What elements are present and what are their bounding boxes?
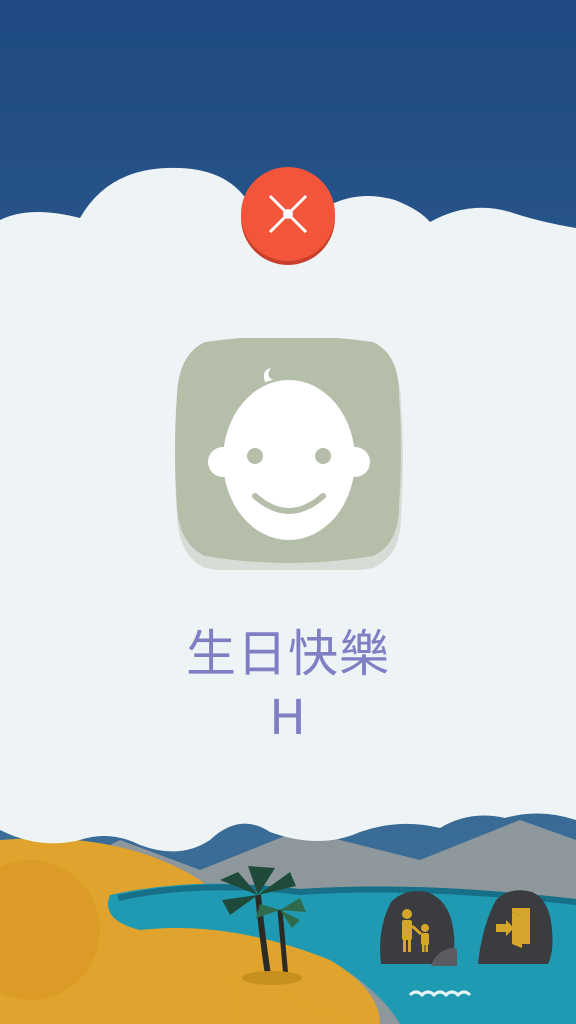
parent-button[interactable] bbox=[375, 888, 457, 968]
exit-button[interactable] bbox=[476, 886, 556, 968]
avatar-tile bbox=[175, 338, 403, 570]
greeting-title: 生日快樂 bbox=[186, 625, 390, 683]
recipient-name: H bbox=[269, 690, 307, 746]
close-button[interactable] bbox=[241, 167, 335, 261]
close-x-icon bbox=[268, 194, 308, 234]
